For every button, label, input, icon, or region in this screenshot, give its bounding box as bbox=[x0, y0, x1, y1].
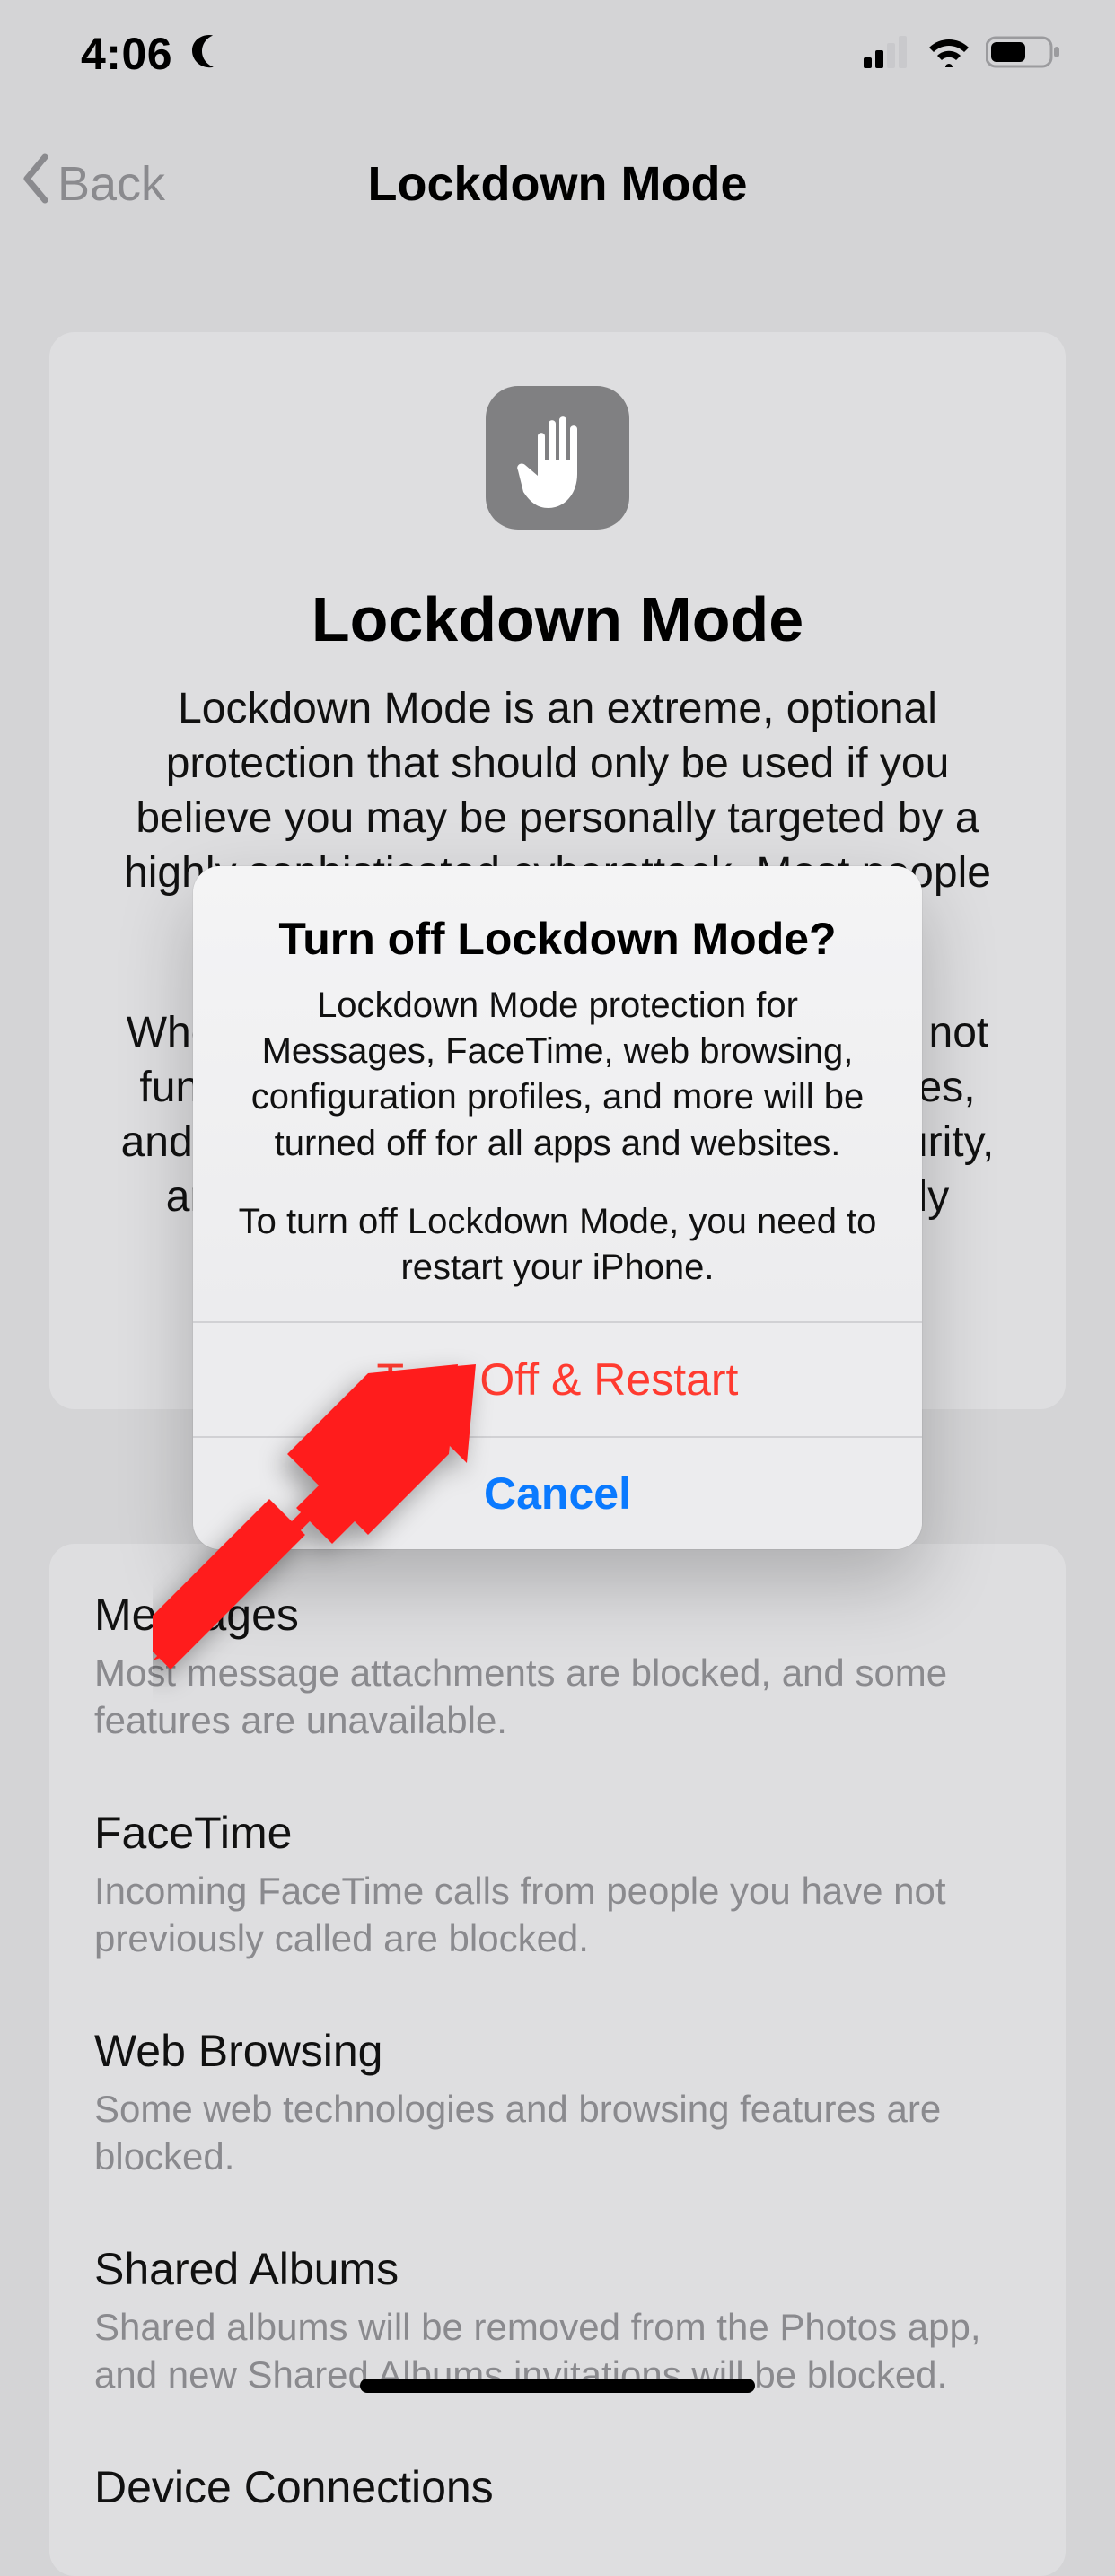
feature-web-browsing: Web Browsing Some web technologies and b… bbox=[94, 2025, 1021, 2180]
alert-message: Lockdown Mode protection for Messages, F… bbox=[229, 983, 886, 1291]
feature-body: Some web technologies and browsing featu… bbox=[94, 2086, 1021, 2180]
cancel-button[interactable]: Cancel bbox=[193, 1436, 922, 1549]
intro-title: Lockdown Mode bbox=[49, 583, 1066, 655]
feature-facetime: FaceTime Incoming FaceTime calls from pe… bbox=[94, 1807, 1021, 1962]
status-bar: 4:06 bbox=[0, 0, 1115, 108]
cellular-icon bbox=[864, 36, 912, 73]
moon-icon bbox=[185, 32, 224, 76]
alert-message-line2: To turn off Lockdown Mode, you need to r… bbox=[229, 1199, 886, 1291]
back-label: Back bbox=[57, 156, 165, 212]
home-indicator[interactable] bbox=[360, 2379, 755, 2393]
status-right bbox=[864, 34, 1061, 74]
alert-message-1line1: Lockdown Mode protection for Messages, F… bbox=[229, 983, 886, 1167]
chevron-left-icon bbox=[18, 153, 54, 215]
feature-title: Device Connections bbox=[94, 2461, 1021, 2513]
feature-device-connections: Device Connections bbox=[94, 2461, 1021, 2513]
feature-messages: Messages Most message attachments are bl… bbox=[94, 1589, 1021, 1744]
alert-buttons: Turn Off & Restart Cancel bbox=[193, 1321, 922, 1549]
feature-body: Incoming FaceTime calls from people you … bbox=[94, 1868, 1021, 1962]
nav-header: Back Lockdown Mode bbox=[0, 135, 1115, 233]
alert-title: Turn off Lockdown Mode? bbox=[229, 913, 886, 965]
hand-icon bbox=[486, 386, 629, 530]
feature-title: Shared Albums bbox=[94, 2243, 1021, 2295]
feature-body: Most message attachments are blocked, an… bbox=[94, 1650, 1021, 1744]
status-left: 4:06 bbox=[81, 28, 224, 80]
alert-content: Turn off Lockdown Mode? Lockdown Mode pr… bbox=[193, 866, 922, 1321]
features-card: Messages Most message attachments are bl… bbox=[49, 1544, 1066, 2576]
page-title: Lockdown Mode bbox=[368, 156, 748, 212]
turn-off-restart-label: Turn Off & Restart bbox=[377, 1354, 739, 1406]
status-time: 4:06 bbox=[81, 28, 172, 80]
alert-dialog: Turn off Lockdown Mode? Lockdown Mode pr… bbox=[193, 866, 922, 1549]
feature-shared-albums: Shared Albums Shared albums will be remo… bbox=[94, 2243, 1021, 2398]
back-button[interactable]: Back bbox=[18, 153, 165, 215]
feature-title: Web Browsing bbox=[94, 2025, 1021, 2077]
battery-icon bbox=[986, 34, 1061, 74]
turn-off-restart-button[interactable]: Turn Off & Restart bbox=[193, 1323, 922, 1436]
cancel-label: Cancel bbox=[484, 1468, 631, 1520]
wifi-icon bbox=[926, 36, 971, 73]
feature-title: Messages bbox=[94, 1589, 1021, 1641]
feature-title: FaceTime bbox=[94, 1807, 1021, 1859]
